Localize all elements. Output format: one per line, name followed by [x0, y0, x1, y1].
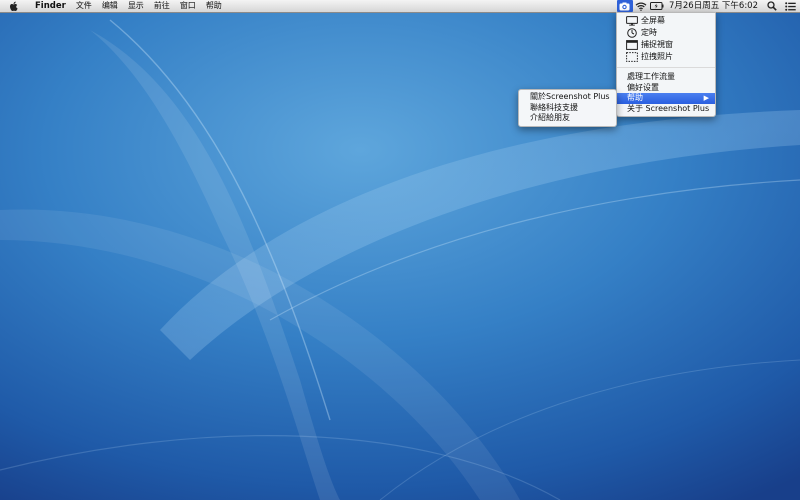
menu-help[interactable]: 帮助	[201, 0, 227, 12]
menubar-clock[interactable]: 7月26日周五 下午6:02	[665, 0, 764, 12]
menu-view[interactable]: 显示	[123, 0, 149, 12]
menu-item-label: 拉拽照片	[641, 52, 673, 61]
submenu-arrow-icon: ▶	[703, 94, 709, 102]
window-icon	[626, 40, 638, 50]
menu-item-capture-window[interactable]: 捕捉視窗	[617, 39, 715, 51]
menu-item-fullscreen[interactable]: 全屏幕	[617, 15, 715, 27]
menu-item-timer[interactable]: 定時	[617, 27, 715, 39]
menu-edit[interactable]: 编辑	[97, 0, 123, 12]
monitor-icon	[626, 16, 638, 26]
menu-item-label: 定時	[641, 28, 657, 37]
timer-icon	[626, 28, 638, 38]
apple-logo-icon[interactable]	[9, 0, 21, 12]
menu-item-help[interactable]: 帮助 ▶	[617, 93, 715, 104]
screenshot-plus-menu: 全屏幕 定時 捕捉視窗 拉拽照片 處理工作流量 偏好设置 帮助 ▶ 关于 Scr…	[616, 12, 716, 117]
menu-go[interactable]: 前往	[149, 0, 175, 12]
menu-item-preferences[interactable]: 偏好设置	[617, 83, 715, 94]
help-submenu: 關於Screenshot Plus 聯絡科技支援 介紹給朋友	[518, 89, 617, 127]
menu-item-label: 捕捉視窗	[641, 40, 673, 49]
menu-app-name[interactable]: Finder	[30, 0, 71, 12]
menu-item-about[interactable]: 关于 Screenshot Plus	[617, 104, 715, 115]
selection-icon	[626, 52, 638, 62]
menu-item-drag-selection[interactable]: 拉拽照片	[617, 51, 715, 63]
spotlight-search-icon[interactable]	[764, 0, 780, 12]
submenu-item-contact-support[interactable]: 聯絡科技支援	[519, 103, 616, 114]
menu-item-workflow[interactable]: 處理工作流量	[617, 72, 715, 83]
menu-item-label: 全屏幕	[641, 16, 665, 25]
menu-separator	[617, 67, 715, 68]
submenu-item-about-app[interactable]: 關於Screenshot Plus	[519, 92, 616, 103]
notification-list-icon[interactable]	[780, 0, 800, 12]
wifi-icon[interactable]	[633, 0, 649, 12]
menu-file[interactable]: 文件	[71, 0, 97, 12]
screenshot-plus-camera-icon[interactable]	[616, 0, 633, 12]
menu-window[interactable]: 窗口	[175, 0, 201, 12]
battery-icon[interactable]	[649, 0, 665, 12]
submenu-item-tell-friend[interactable]: 介紹給朋友	[519, 113, 616, 124]
menu-item-label: 帮助	[627, 93, 643, 102]
